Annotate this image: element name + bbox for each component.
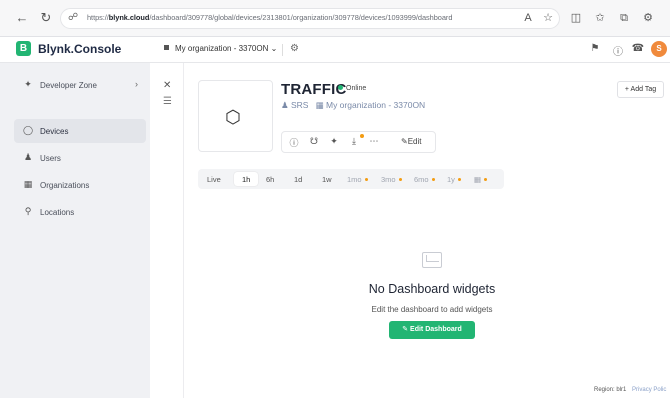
close-icon[interactable]: ✕: [163, 80, 171, 91]
bell-icon[interactable]: ☋: [308, 136, 320, 147]
time-range-1mo[interactable]: 1mo: [347, 175, 368, 184]
pin-icon: ⚲: [24, 206, 32, 216]
sidebar-item-organizations[interactable]: ▦ Organizations: [14, 173, 146, 197]
empty-state-subtitle: Edit the dashboard to add widgets: [371, 305, 493, 314]
edit-dashboard-button[interactable]: ✎ Edit Dashboard: [389, 321, 475, 339]
premium-dot: [364, 178, 368, 181]
announcements-icon[interactable]: ⚑: [588, 43, 602, 54]
status-dot-icon: [338, 85, 343, 90]
device-organization[interactable]: My organization - 3370ON: [326, 100, 425, 110]
sidebar-item-label: Locations: [40, 208, 75, 217]
time-range-3mo[interactable]: 3mo: [381, 175, 402, 184]
device-image[interactable]: ⬡: [198, 80, 273, 152]
time-range-1w[interactable]: 1w: [322, 175, 332, 184]
sidebar: ✦ Developer Zone › ◯ Devices ♟ Users ▦ O…: [0, 63, 150, 398]
sidebar-item-label: Users: [40, 154, 61, 163]
sidebar-item-locations[interactable]: ⚲ Locations: [14, 200, 146, 224]
device-meta: ♟ SRS ▦ My organization - 3370ON: [281, 100, 425, 111]
extensions-icon[interactable]: ⚙: [641, 11, 655, 25]
wrench-icon: ✦: [24, 79, 32, 89]
user-icon: ♟: [281, 100, 289, 110]
edit-icon: ✎: [402, 326, 409, 333]
users-icon: ♟: [23, 152, 33, 162]
time-range-1h[interactable]: 1h: [234, 172, 259, 186]
favorite-star-icon[interactable]: ☆: [541, 11, 555, 25]
wrench-icon[interactable]: ✦: [328, 136, 340, 147]
empty-inbox-icon: [422, 252, 442, 268]
device-list-panel: ✕ ☰: [150, 63, 184, 398]
device-dashboard: ⬡ TRAFFIC Online ♟ SRS ▦ My organization…: [184, 63, 670, 398]
cube-icon: ◯: [22, 125, 34, 135]
device-owner[interactable]: SRS: [291, 100, 308, 110]
device-name: TRAFFIC: [281, 81, 347, 98]
sidebar-item-label: Developer Zone: [40, 81, 97, 90]
premium-dot: [457, 178, 461, 181]
time-range-1y[interactable]: 1y: [447, 175, 461, 184]
custom-range-icon[interactable]: ▦: [474, 175, 488, 184]
read-aloud-icon[interactable]: A: [521, 11, 535, 25]
device-actions-toolbar: ⓘ ☋ ✦ ⤓ ⋯ ✎Edit: [281, 131, 436, 153]
app-header: B Blynk.Console My organization - 3370ON…: [0, 37, 670, 63]
status-badge: Online: [338, 85, 366, 92]
building-icon: ▦: [23, 179, 33, 189]
empty-state-title: No Dashboard widgets: [368, 282, 496, 296]
notifications-bell-icon[interactable]: ☎: [631, 43, 645, 54]
sidebar-item-developer-zone[interactable]: ✦ Developer Zone ›: [14, 73, 146, 97]
blynk-logo-icon: B: [16, 41, 31, 56]
more-icon[interactable]: ⋯: [368, 136, 380, 147]
time-range-6mo[interactable]: 6mo: [414, 175, 435, 184]
sidebar-item-label: Devices: [40, 127, 69, 136]
download-icon[interactable]: ⤓: [348, 136, 360, 147]
app-title[interactable]: Blynk.Console: [38, 42, 121, 56]
user-avatar[interactable]: S: [651, 41, 667, 57]
reload-icon[interactable]: ↻: [38, 10, 54, 26]
time-range-live[interactable]: Live: [207, 175, 221, 184]
back-icon[interactable]: ←: [14, 10, 30, 26]
time-range-selector: Live 1h 6h 1d 1w 1mo 3mo 6mo 1y ▦: [198, 169, 504, 189]
chevron-right-icon: ›: [135, 79, 138, 89]
premium-dot: [431, 178, 435, 181]
url-text: https://blynk.cloud/dashboard/309778/glo…: [87, 13, 453, 22]
address-bar[interactable]: ☍ https://blynk.cloud/dashboard/309778/g…: [60, 8, 560, 29]
organization-icon: ▦: [315, 100, 324, 110]
collections-icon[interactable]: ⧉: [617, 11, 631, 25]
premium-dot: [484, 178, 488, 181]
favorites-icon[interactable]: ✩: [593, 11, 607, 25]
menu-icon[interactable]: ☰: [163, 96, 172, 107]
notification-dot: [360, 134, 364, 138]
sidebar-item-devices[interactable]: ◯ Devices: [14, 119, 146, 143]
premium-dot: [398, 178, 402, 181]
organization-icon: [164, 45, 169, 50]
edit-icon: ✎: [401, 137, 408, 146]
browser-toolbar: ← ↻ ☍ https://blynk.cloud/dashboard/3097…: [0, 0, 670, 37]
footer: Region: blr1 Privacy Polic: [594, 387, 666, 393]
sidebar-item-users[interactable]: ♟ Users: [14, 146, 146, 170]
edit-button[interactable]: ✎Edit: [401, 137, 422, 146]
help-icon[interactable]: ⓘ: [611, 43, 625, 58]
add-tag-button[interactable]: + Add Tag: [617, 81, 664, 98]
time-range-1d[interactable]: 1d: [294, 175, 302, 184]
time-range-6h[interactable]: 6h: [266, 175, 274, 184]
split-screen-icon[interactable]: ◫: [569, 11, 583, 25]
region-label: Region: blr1: [594, 387, 627, 393]
sidebar-item-label: Organizations: [40, 181, 90, 190]
settings-gear-icon[interactable]: ⚙: [290, 43, 299, 54]
privacy-policy-link[interactable]: Privacy Polic: [632, 387, 666, 393]
organization-selector[interactable]: My organization - 3370ON ⌄: [164, 44, 277, 53]
divider: [282, 44, 283, 56]
cube-icon: ⬡: [225, 107, 241, 127]
lock-icon: ☍: [68, 12, 79, 23]
info-icon[interactable]: ⓘ: [288, 136, 300, 149]
